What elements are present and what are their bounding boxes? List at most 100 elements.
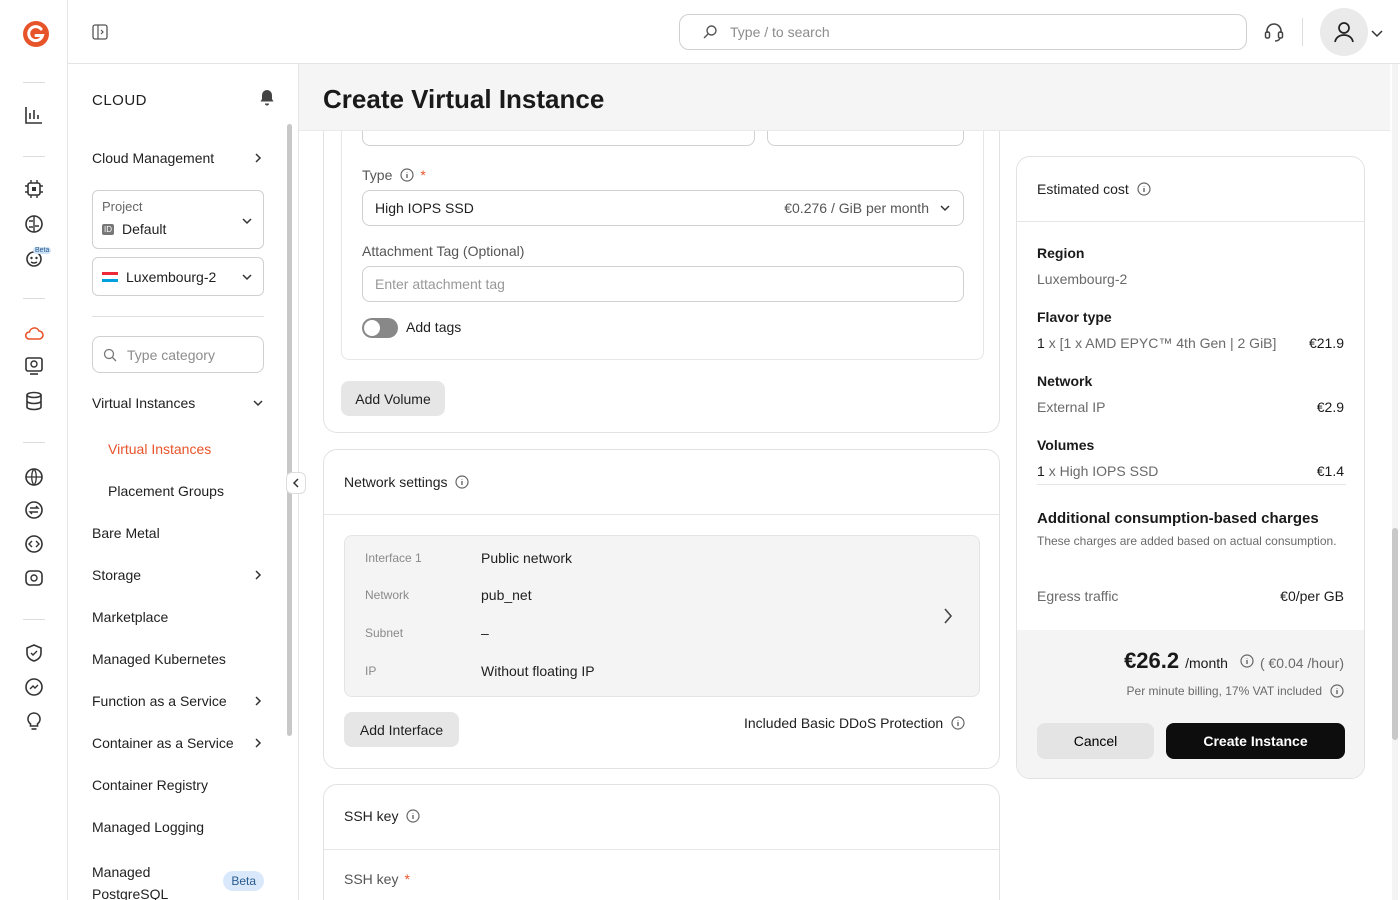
card-divider — [1037, 484, 1346, 485]
info-icon[interactable] — [1240, 654, 1254, 668]
total-cost: €26.2 /month ( €0.04 /hour) — [1124, 648, 1344, 674]
card-title-text: SSH key — [344, 808, 399, 824]
additional-charges-label: Additional consumption-based charges — [1037, 510, 1319, 527]
chevron-right-icon — [255, 570, 262, 580]
chip-icon[interactable] — [23, 178, 45, 200]
nav-marketplace[interactable]: Marketplace — [92, 609, 264, 625]
rail-divider — [23, 619, 45, 620]
beta-badge: Beta — [223, 871, 264, 891]
volumes-price: €1.4 — [1316, 463, 1344, 479]
add-tags-label: Add tags — [406, 319, 462, 335]
headset-icon[interactable] — [1263, 21, 1285, 43]
scrollbar-thumb[interactable] — [1392, 528, 1398, 740]
nav-label: Container Registry — [92, 777, 208, 793]
transfer-icon[interactable] — [23, 499, 45, 521]
network-value: pub_net — [481, 587, 532, 603]
region-label: Region — [1037, 245, 1085, 261]
attachment-tag-field[interactable] — [362, 266, 964, 302]
required-marker: * — [420, 167, 426, 183]
media-icon[interactable] — [23, 567, 45, 589]
subnet-value: – — [481, 625, 489, 641]
network-price: €2.9 — [1316, 399, 1344, 415]
required-marker: * — [404, 871, 410, 887]
analytics-icon[interactable] — [23, 104, 45, 126]
cloud-management-link[interactable]: Cloud Management — [92, 150, 264, 166]
volume-type-select[interactable]: High IOPS SSD €0.276 / GiB per month — [362, 190, 964, 226]
nav-container-registry[interactable]: Container Registry — [92, 777, 264, 793]
card-divider — [1017, 221, 1364, 222]
rail-divider — [23, 442, 45, 443]
info-icon[interactable] — [951, 716, 965, 730]
toggle-knob — [364, 320, 380, 336]
nav-scrollbar[interactable] — [287, 124, 292, 736]
region-select[interactable]: Luxembourg-2 — [92, 257, 264, 296]
global-search[interactable] — [679, 14, 1247, 50]
card-divider — [324, 514, 999, 515]
volumes-text: x High IOPS SSD — [1048, 463, 1159, 479]
bulb-icon[interactable] — [23, 710, 45, 732]
ddos-protection-note: Included Basic DDoS Protection — [744, 715, 965, 731]
volumes-qty: 1 — [1037, 463, 1045, 479]
nav-managed-kubernetes[interactable]: Managed Kubernetes — [92, 651, 264, 667]
cloud-icon[interactable] — [23, 322, 45, 344]
panel-toggle-icon[interactable] — [92, 24, 108, 40]
category-search-input[interactable] — [127, 346, 247, 363]
chevron-right-icon — [255, 738, 262, 748]
project-select[interactable]: Project ID Default — [92, 190, 264, 249]
volume-type-price: €0.276 / GiB per month — [784, 200, 929, 216]
page-scrollbar[interactable] — [1392, 64, 1398, 900]
shield-icon[interactable] — [23, 642, 45, 664]
chevron-down-icon[interactable] — [1370, 26, 1384, 40]
bell-icon[interactable] — [258, 88, 276, 106]
network-key: Network — [365, 588, 410, 602]
nav-function-as-a-service[interactable]: Function as a Service — [92, 693, 264, 709]
database-icon[interactable] — [23, 390, 45, 412]
interface-summary[interactable]: Interface 1 Public network Network pub_net… — [344, 535, 980, 697]
code-icon[interactable] — [23, 533, 45, 555]
interface-value: Public network — [481, 550, 573, 566]
nav-label: Function as a Service — [92, 693, 227, 709]
logo-icon[interactable] — [22, 20, 50, 48]
nav-section-title: CLOUD — [92, 92, 148, 109]
ssh-key-label-text: SSH key — [344, 871, 399, 887]
chevron-right-icon — [255, 153, 262, 163]
attachment-tag-input[interactable] — [363, 267, 963, 301]
nav-container-as-a-service[interactable]: Container as a Service — [92, 735, 264, 751]
nav-bare-metal[interactable]: Bare Metal — [92, 525, 264, 541]
avatar[interactable] — [1320, 8, 1368, 56]
volumes-desc: 1 x High IOPS SSD — [1037, 463, 1158, 479]
add-tags-toggle[interactable] — [362, 318, 398, 338]
globe-icon[interactable] — [23, 466, 45, 488]
nav-sub-virtual-instances[interactable]: Virtual Instances — [108, 441, 211, 457]
nav-managed-logging[interactable]: Managed Logging — [92, 819, 264, 835]
info-icon[interactable] — [455, 475, 470, 489]
handshake-icon[interactable] — [23, 676, 45, 698]
category-search[interactable] — [92, 336, 264, 373]
egress-price: €0/per GB — [1280, 588, 1344, 604]
create-instance-button[interactable]: Create Instance — [1166, 723, 1345, 759]
attachment-tag-label: Attachment Tag (Optional) — [362, 243, 525, 259]
add-interface-button[interactable]: Add Interface — [344, 712, 459, 747]
rail-divider — [23, 82, 45, 83]
cost-title-text: Estimated cost — [1037, 181, 1129, 197]
nav-virtual-instances[interactable]: Virtual Instances — [92, 395, 264, 411]
nav-sub-placement-groups[interactable]: Placement Groups — [108, 483, 224, 499]
add-volume-button[interactable]: Add Volume — [341, 381, 445, 416]
info-icon[interactable] — [1137, 182, 1151, 196]
flavor-desc: 1 x [1 x AMD EPYC™ 4th Gen | 2 GiB] — [1037, 335, 1276, 351]
rail-divider — [23, 298, 45, 299]
brain-icon[interactable] — [23, 213, 45, 235]
info-icon[interactable] — [400, 168, 414, 182]
collapse-sidebar-button[interactable] — [286, 472, 306, 494]
nav-managed-postgresql[interactable]: Managed PostgreSQL Beta — [92, 861, 264, 900]
top-bar — [68, 0, 1400, 64]
search-input[interactable] — [730, 24, 1190, 40]
cancel-button[interactable]: Cancel — [1037, 723, 1154, 759]
info-icon[interactable] — [1330, 684, 1344, 698]
monitor-icon[interactable] — [23, 355, 45, 377]
page-header: Create Virtual Instance — [299, 64, 1390, 131]
chevron-right-icon[interactable] — [941, 606, 955, 626]
nav-storage[interactable]: Storage — [92, 567, 264, 583]
info-icon[interactable] — [406, 809, 421, 823]
hourly-cost: ( €0.04 /hour) — [1259, 655, 1344, 671]
